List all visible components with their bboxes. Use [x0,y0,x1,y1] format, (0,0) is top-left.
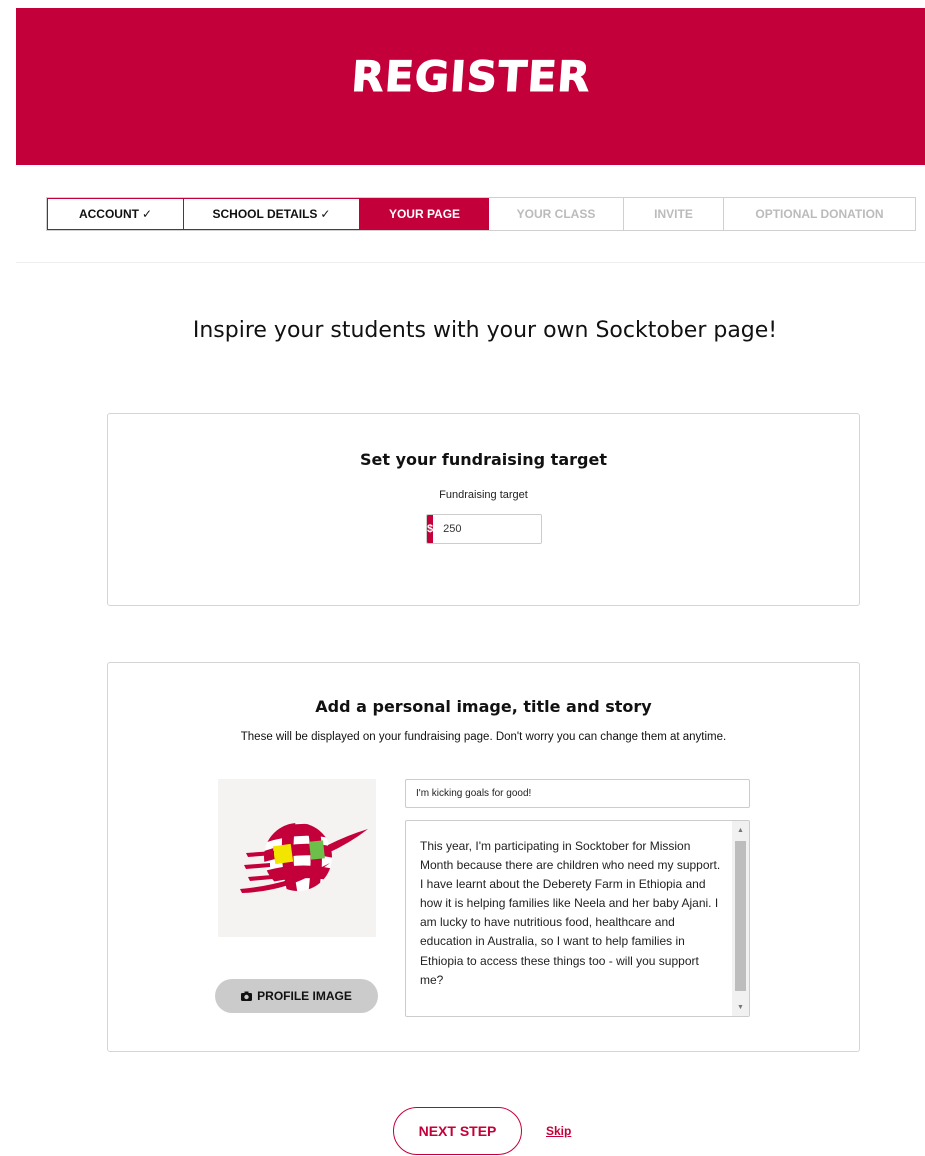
step-your-page[interactable]: YOUR PAGE [360,198,489,230]
profile-image-button[interactable]: PROFILE IMAGE [215,979,378,1013]
fundraising-target-card: Set your fundraising target Fundraising … [107,413,860,606]
check-icon: ✓ [320,207,331,221]
step-label: ACCOUNT [78,207,139,221]
step-your-class[interactable]: YOUR CLASS [489,198,624,230]
step-label: YOUR CLASS [516,207,596,221]
step-label: YOUR PAGE [388,207,461,221]
fundraising-target-input[interactable] [433,515,541,543]
socktober-globe-logo-icon [240,823,368,893]
divider [16,262,925,263]
step-optional-donation[interactable]: OPTIONAL DONATION [724,198,915,230]
step-label: SCHOOL DETAILS [212,207,318,221]
next-step-button[interactable]: NEXT STEP [393,1107,522,1155]
story-scrollbar[interactable]: ▲ ▼ [732,821,749,1016]
card-title: Add a personal image, title and story [315,697,652,716]
camera-icon [241,991,253,1001]
step-label: INVITE [654,207,693,221]
register-banner: REGISTER [16,8,925,165]
step-school-details[interactable]: SCHOOL DETAILS ✓ [184,198,360,230]
profile-image-label: PROFILE IMAGE [257,989,352,1003]
fundraising-target-label: Fundraising target [439,489,528,501]
check-icon: ✓ [141,207,153,221]
step-account[interactable]: ACCOUNT ✓ [47,198,184,230]
skip-link[interactable]: Skip [546,1124,571,1138]
registration-steps: ACCOUNT ✓ SCHOOL DETAILS ✓ YOUR PAGE YOU… [46,197,916,231]
story-text: This year, I'm participating in Socktobe… [420,839,721,987]
page-title-input[interactable] [405,779,750,808]
scroll-down-arrow-icon[interactable]: ▼ [732,1000,749,1014]
scroll-up-arrow-icon[interactable]: ▲ [732,823,749,837]
fundraising-target-field: $ [426,514,542,544]
page-headline: Inspire your students with your own Sock… [192,318,778,343]
step-label: OPTIONAL DONATION [755,207,884,221]
card-subtitle: These will be displayed on your fundrais… [240,731,727,743]
scroll-thumb[interactable] [735,841,746,991]
story-textarea[interactable]: This year, I'm participating in Socktobe… [405,820,750,1017]
personal-story-card: Add a personal image, title and story Th… [107,662,860,1052]
page-title: REGISTER [349,52,593,102]
card-title: Set your fundraising target [360,450,607,469]
step-invite[interactable]: INVITE [624,198,724,230]
profile-image-preview [218,779,376,937]
